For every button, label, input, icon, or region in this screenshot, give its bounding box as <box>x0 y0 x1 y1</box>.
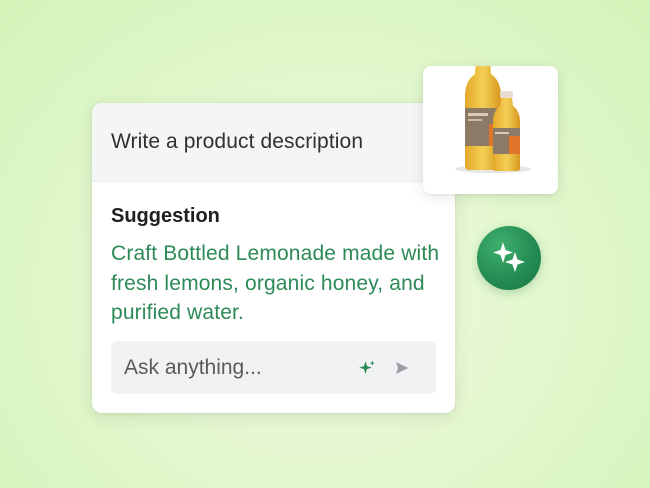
sparkles-icon <box>493 242 525 272</box>
ai-sparkle-button[interactable] <box>477 226 541 290</box>
product-image-card <box>423 66 558 194</box>
ask-box <box>111 341 436 394</box>
suggestion-body: Suggestion Craft Bottled Lemonade made w… <box>92 182 455 328</box>
send-icon[interactable] <box>394 360 410 376</box>
ask-input[interactable] <box>111 354 356 381</box>
lemonade-bottles-image <box>455 66 531 173</box>
sparkle-icon[interactable] <box>358 359 376 377</box>
suggestion-card: Write a product description Suggestion C… <box>92 103 455 413</box>
suggestion-label: Suggestion <box>111 205 220 227</box>
suggestion-text: Craft Bottled Lemonade made with fresh l… <box>111 242 440 324</box>
prompt-text: Write a product description <box>111 130 364 153</box>
prompt-header: Write a product description <box>92 103 455 182</box>
